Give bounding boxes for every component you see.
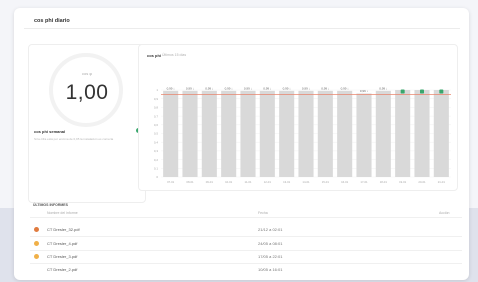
row-divider bbox=[30, 263, 462, 264]
bar-value-label: 0,99 ↓ bbox=[167, 86, 176, 90]
bar-value-label: 0,99 ↓ bbox=[302, 86, 311, 90]
y-tick-label: 0,8 bbox=[154, 106, 159, 110]
bar-value-label: 0,99 ↓ bbox=[186, 86, 195, 90]
chart-bar bbox=[182, 90, 198, 177]
cos-phi-card: cos phi diario cos φ 1,00 cos phi semana… bbox=[14, 8, 469, 280]
status-ok-icon bbox=[400, 89, 405, 94]
y-tick-label: 1 bbox=[156, 88, 158, 92]
report-name[interactable]: CT Dresler_3.pdf bbox=[47, 254, 77, 259]
x-tick-label: 10-01 bbox=[225, 180, 233, 184]
cos-phi-bar-chart: 1 0,9 0,8 0,7 0,6 0,5 0,4 0,3 0,2 0,1 0 07-01 0,99 ↓… bbox=[154, 86, 451, 184]
y-tick-label: 0,9 bbox=[154, 97, 159, 101]
reports-header-date: Fecha bbox=[258, 211, 268, 215]
report-status-icon bbox=[34, 241, 39, 246]
bar-value-label: 0,99 ↓ bbox=[321, 86, 330, 90]
chart-bar bbox=[433, 90, 449, 177]
chart-bar bbox=[356, 93, 372, 177]
x-tick-label: 16-01 bbox=[341, 180, 349, 184]
chart-bar bbox=[221, 90, 237, 177]
report-status-icon bbox=[34, 227, 39, 232]
report-date: 10/05 a 16:01 bbox=[258, 267, 283, 272]
y-tick-label: 0,4 bbox=[154, 140, 159, 144]
x-tick-label: 15-01 bbox=[322, 180, 330, 184]
x-tick-label: 07-01 bbox=[167, 180, 175, 184]
bar-value-label: 0,99 ↓ bbox=[341, 86, 350, 90]
report-date: 24/05 a 08:01 bbox=[258, 241, 283, 246]
gauge-value: 1,00 bbox=[65, 81, 109, 104]
x-tick-label: 09-01 bbox=[206, 180, 214, 184]
row-divider bbox=[30, 236, 462, 237]
bar-value-label: 0,99 ↓ bbox=[205, 86, 214, 90]
reports-header-name: Nombre del informe bbox=[47, 211, 78, 215]
status-ok-icon bbox=[439, 89, 444, 94]
report-date: 21/12 a 02:01 bbox=[258, 227, 283, 232]
report-name[interactable]: CT Dresler_32.pdf bbox=[47, 227, 80, 232]
bar-value-label: 0,99 ↓ bbox=[244, 86, 253, 90]
x-tick-label: 17-01 bbox=[360, 180, 368, 184]
y-tick-label: 0,6 bbox=[154, 123, 159, 127]
x-tick-label: 20-01 bbox=[418, 180, 426, 184]
y-tick-label: 0 bbox=[156, 175, 158, 179]
x-tick-label: 14-01 bbox=[302, 180, 310, 184]
chart-bar bbox=[298, 90, 314, 177]
bar-value-label: 0,99 ↓ bbox=[283, 86, 292, 90]
chart-bar bbox=[414, 90, 430, 177]
chart-bar bbox=[375, 90, 391, 177]
gauge-unit-label: cos φ bbox=[82, 71, 92, 76]
chart-bar bbox=[337, 90, 353, 177]
x-tick-label: 08-01 bbox=[186, 180, 194, 184]
bar-value-label: 0,99 ↓ bbox=[379, 86, 388, 90]
chart-bar bbox=[279, 90, 295, 177]
report-status-icon bbox=[34, 267, 39, 272]
bar-value-label: 0,96 ↓ bbox=[360, 89, 369, 93]
x-tick-label: 11-01 bbox=[245, 180, 252, 184]
card-divider bbox=[24, 28, 460, 29]
weekly-subtitle: Si la cifra está por encima de 0,95 la i… bbox=[34, 137, 114, 141]
report-date: 17/05 a 22:01 bbox=[258, 254, 283, 259]
chart-panel: cos phi Últimos 15 días 1 0,9 0,8 0,7 0,6 0,5… bbox=[138, 44, 458, 191]
chart-bar bbox=[240, 90, 256, 177]
y-tick-label: 0,1 bbox=[154, 167, 159, 171]
report-name[interactable]: CT Dresler_2.pdf bbox=[47, 267, 77, 272]
report-status-icon bbox=[34, 254, 39, 259]
y-tick-label: 0,7 bbox=[154, 114, 159, 118]
bar-value-label: 0,99 ↓ bbox=[225, 86, 234, 90]
card-title: cos phi diario bbox=[34, 18, 70, 24]
x-tick-label: 19-01 bbox=[399, 180, 407, 184]
reports-header-divider bbox=[30, 217, 462, 218]
chart-bar bbox=[201, 90, 217, 177]
weekly-title: cos phi semanal bbox=[34, 129, 66, 134]
x-tick-label: 21-01 bbox=[438, 180, 446, 184]
x-tick-label: 18-01 bbox=[380, 180, 388, 184]
row-divider bbox=[30, 250, 462, 251]
chart-bar bbox=[317, 90, 333, 177]
x-tick-label: 12-01 bbox=[264, 180, 272, 184]
chart-bar bbox=[259, 90, 275, 177]
status-ok-icon bbox=[420, 89, 424, 94]
y-tick-label: 0,3 bbox=[154, 149, 159, 153]
chart-bar bbox=[395, 90, 411, 177]
bar-value-label: 0,99 ↓ bbox=[263, 86, 272, 90]
gauge-panel: cos φ 1,00 cos phi semanal Si la cifra e… bbox=[28, 44, 146, 203]
y-tick-label: 0,5 bbox=[154, 132, 159, 136]
x-tick-label: 13-01 bbox=[283, 180, 291, 184]
chart-bar bbox=[163, 90, 179, 177]
y-tick-label: 0,2 bbox=[154, 158, 159, 162]
reports-section-title: ÚLTIMOS INFORMES bbox=[33, 203, 68, 207]
reports-header-action: Acción bbox=[439, 211, 450, 215]
report-name[interactable]: CT Dresler_4.pdf bbox=[47, 241, 77, 246]
